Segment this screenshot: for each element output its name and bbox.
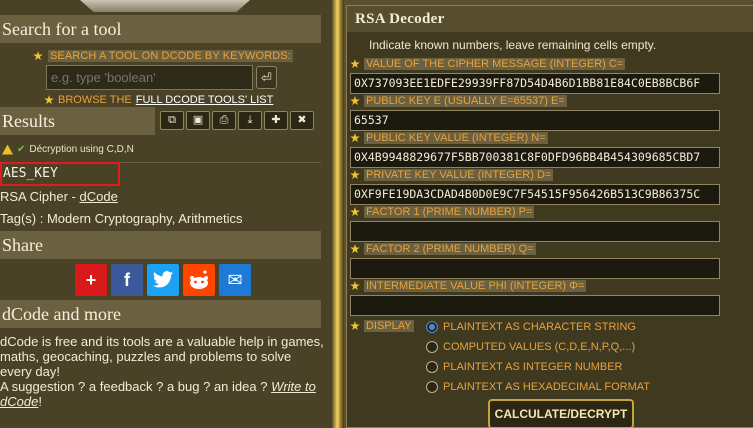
factor-p-input[interactable] bbox=[350, 221, 720, 242]
results-title: Results bbox=[0, 107, 155, 135]
facebook-share-button[interactable]: f bbox=[111, 264, 143, 296]
panel-title: RSA Decoder bbox=[347, 6, 753, 32]
about-text: dCode is free and its tools are a valuab… bbox=[0, 334, 326, 409]
result-value: AES_KEY bbox=[0, 162, 120, 186]
public-e-label: PUBLIC KEY E (USUALLY E=65537) E= bbox=[350, 95, 567, 107]
search-section-title: Search for a tool bbox=[0, 15, 321, 43]
decorative-banner bbox=[80, 0, 250, 12]
reddit-icon bbox=[190, 270, 208, 289]
close-results-button[interactable]: ✖ bbox=[290, 111, 314, 130]
rsa-decoder-panel: RSA Decoder Indicate known numbers, leav… bbox=[346, 5, 753, 428]
display-option-values[interactable]: COMPUTED VALUES (C,D,E,N,P,Q,...) bbox=[426, 341, 635, 353]
instructions: Indicate known numbers, leave remaining … bbox=[369, 38, 657, 52]
warning-icon bbox=[2, 144, 13, 155]
add-share-button[interactable]: + bbox=[75, 264, 107, 296]
calculate-decrypt-button[interactable]: CALCULATE/DECRYPT bbox=[488, 399, 634, 428]
dcode-link[interactable]: dCode bbox=[79, 189, 117, 204]
radio-unselected[interactable] bbox=[426, 341, 438, 353]
email-share-button[interactable]: ✉ bbox=[219, 264, 251, 296]
star-icon bbox=[350, 133, 360, 143]
save-button[interactable]: ▣ bbox=[186, 111, 210, 130]
public-n-input[interactable]: 0X4B9948829677F5BB700381C8F0DFD96BB4B454… bbox=[350, 147, 720, 168]
cipher-name-row: RSA Cipher - dCode bbox=[0, 189, 118, 204]
copy-button[interactable]: ⧉ bbox=[160, 111, 184, 130]
search-go-button[interactable]: ⏎ bbox=[256, 66, 277, 89]
star-icon bbox=[350, 207, 360, 217]
display-label: DISPLAY bbox=[350, 320, 414, 332]
factor-q-input[interactable] bbox=[350, 258, 720, 279]
suggestion-row: A suggestion ? a feedback ? a bug ? an i… bbox=[0, 379, 316, 409]
search-input[interactable] bbox=[46, 65, 253, 90]
left-sidebar: Search for a tool SEARCH A TOOL ON DCODE… bbox=[0, 0, 331, 428]
public-n-label: PUBLIC KEY VALUE (INTEGER) N= bbox=[350, 132, 548, 144]
cipher-c-label: VALUE OF THE CIPHER MESSAGE (INTEGER) C= bbox=[350, 58, 626, 70]
twitter-icon bbox=[152, 271, 174, 288]
star-icon bbox=[350, 281, 360, 291]
phi-input[interactable] bbox=[350, 295, 720, 316]
twitter-share-button[interactable] bbox=[147, 264, 179, 296]
phi-label: INTERMEDIATE VALUE PHI (INTEGER) Φ= bbox=[350, 280, 587, 292]
display-option-string[interactable]: PLAINTEXT AS CHARACTER STRING bbox=[426, 321, 636, 333]
check-icon: ✔ bbox=[17, 144, 26, 155]
radio-selected[interactable] bbox=[426, 321, 438, 333]
print-button[interactable]: ⎙ bbox=[212, 111, 236, 130]
star-icon bbox=[350, 59, 360, 69]
radio-unselected[interactable] bbox=[426, 361, 438, 373]
cipher-c-input[interactable]: 0X737093EE1EDFE29939FF87D54D4B6D1BB81E84… bbox=[350, 73, 720, 94]
decryption-note: ✔ Décryption using C,D,N bbox=[2, 144, 134, 155]
reddit-share-button[interactable] bbox=[183, 264, 215, 296]
panel-separator bbox=[331, 0, 344, 428]
factor-q-label: FACTOR 2 (PRIME NUMBER) Q= bbox=[350, 243, 536, 255]
more-title: dCode and more bbox=[0, 300, 321, 328]
display-option-integer[interactable]: PLAINTEXT AS INTEGER NUMBER bbox=[426, 361, 623, 373]
star-icon bbox=[350, 96, 360, 106]
search-hint: SEARCH A TOOL ON DCODE BY KEYWORDS: bbox=[33, 50, 293, 62]
pin-button[interactable]: ✚ bbox=[264, 111, 288, 130]
factor-p-label: FACTOR 1 (PRIME NUMBER) P= bbox=[350, 206, 535, 218]
star-icon bbox=[350, 244, 360, 254]
browse-tools-link[interactable]: BROWSE THE FULL DCODE TOOLS' LIST bbox=[44, 94, 273, 106]
star-icon bbox=[350, 170, 360, 180]
star-icon bbox=[350, 321, 360, 331]
download-button[interactable]: ⤓ bbox=[238, 111, 262, 130]
public-e-input[interactable]: 65537 bbox=[350, 110, 720, 131]
display-option-hex[interactable]: PLAINTEXT AS HEXADECIMAL FORMAT bbox=[426, 381, 650, 393]
private-d-input[interactable]: 0XF9FE19DA3CDAD4B0D0E9C7F54515F956426B51… bbox=[350, 184, 720, 205]
full-tools-list-link[interactable]: FULL DCODE TOOLS' LIST bbox=[136, 94, 274, 106]
private-d-label: PRIVATE KEY VALUE (INTEGER) D= bbox=[350, 169, 554, 181]
share-title: Share bbox=[0, 231, 321, 259]
star-icon bbox=[44, 95, 54, 105]
radio-unselected[interactable] bbox=[426, 381, 438, 393]
tags-row: Tag(s) : Modern Cryptography, Arithmetic… bbox=[0, 211, 243, 226]
star-icon bbox=[33, 51, 43, 61]
